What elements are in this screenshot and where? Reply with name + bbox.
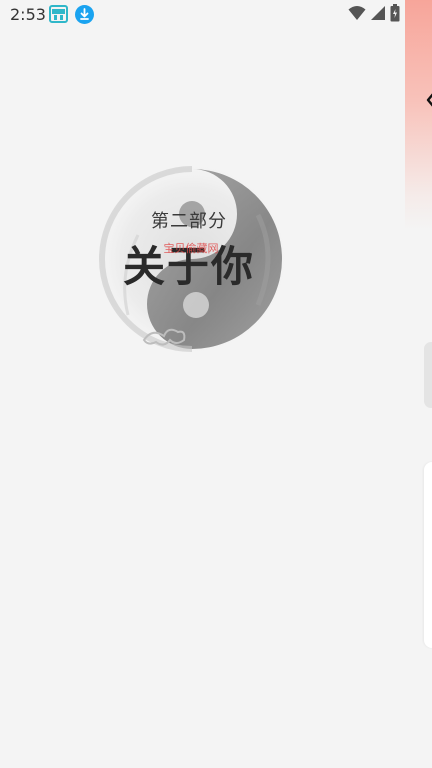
download-icon <box>75 5 94 24</box>
chevron-left-icon[interactable] <box>425 92 432 108</box>
wifi-icon <box>348 5 366 25</box>
side-handle[interactable] <box>424 342 432 408</box>
status-time: 2:53 <box>10 5 46 24</box>
battery-icon <box>390 4 400 26</box>
side-drawer-tab[interactable] <box>405 0 432 230</box>
side-panel-edge[interactable] <box>424 462 432 648</box>
section-subtitle: 第二部分 <box>151 211 227 232</box>
screen: 2:53 第二部分 关于你 宝贝偷藏网 <box>0 0 432 768</box>
cellular-signal-icon <box>370 5 386 25</box>
watermark-text: 宝贝偷藏网 <box>163 242 219 255</box>
status-bar: 2:53 <box>0 0 432 30</box>
app-notification-icon <box>49 5 68 23</box>
status-right-group <box>348 4 400 26</box>
